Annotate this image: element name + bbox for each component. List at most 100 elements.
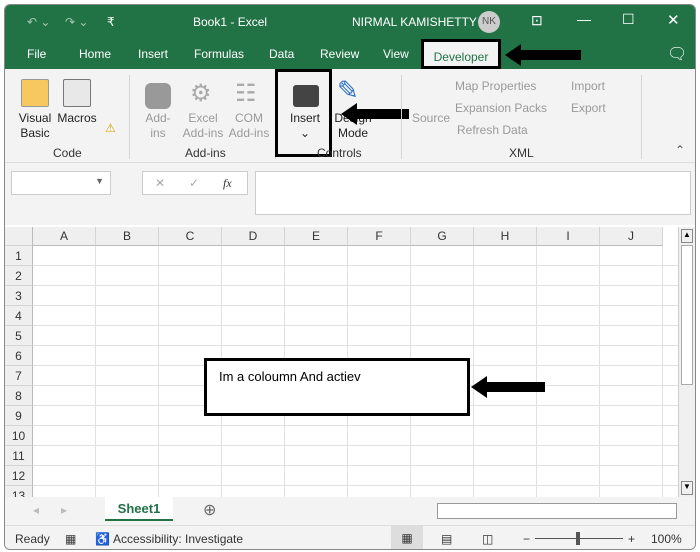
group-addins-label: Add-ins <box>185 146 226 160</box>
formula-bar: ▼ ✕ ✓ fx <box>5 163 695 225</box>
tab-developer[interactable]: Developer <box>421 39 501 69</box>
row-header[interactable]: 6 <box>5 346 33 366</box>
undo-icon[interactable]: ↶ ⌄ <box>27 15 50 29</box>
group-controls-label: Controls <box>317 146 362 160</box>
next-sheet-icon[interactable]: ▸ <box>61 503 67 517</box>
annotation-box: Im a coloumn And actiev <box>204 358 470 416</box>
chevron-down-icon: ⌄ <box>299 126 311 140</box>
scroll-down-icon[interactable]: ▼ <box>681 481 693 495</box>
column-header[interactable]: I <box>537 227 600 246</box>
row-header[interactable]: 4 <box>5 306 33 326</box>
cancel-icon[interactable]: ✕ <box>155 176 165 190</box>
row-header[interactable]: 2 <box>5 266 33 286</box>
macros-button[interactable]: Macros <box>57 111 97 126</box>
page-layout-icon[interactable]: ▤ <box>441 532 452 546</box>
enter-icon[interactable]: ✓ <box>189 176 199 190</box>
select-all-corner[interactable] <box>5 227 33 246</box>
chevron-down-icon: ▼ <box>95 176 104 186</box>
user-name: NIRMAL KAMISHETTY <box>352 15 477 29</box>
source-button[interactable]: Source <box>409 111 453 126</box>
redo-icon[interactable]: ↷ ⌄ <box>65 15 88 29</box>
column-header[interactable]: A <box>33 227 96 246</box>
comments-icon[interactable]: 🗨 <box>667 44 687 64</box>
close-icon[interactable]: ✕ <box>667 11 680 29</box>
refresh-data-button[interactable]: Refresh Data <box>457 123 528 138</box>
column-header[interactable]: F <box>348 227 411 246</box>
column-header[interactable]: B <box>96 227 159 246</box>
row-header[interactable]: 8 <box>5 386 33 406</box>
column-header[interactable]: C <box>159 227 222 246</box>
row-header[interactable]: 11 <box>5 446 33 466</box>
ribbon-display-icon[interactable]: ⊡ <box>531 12 543 29</box>
column-header[interactable]: J <box>600 227 663 246</box>
tab-formulas[interactable]: Formulas <box>194 47 244 61</box>
column-header[interactable]: G <box>411 227 474 246</box>
toolbox-icon <box>293 85 319 107</box>
row-header[interactable]: 10 <box>5 426 33 446</box>
column-header[interactable]: H <box>474 227 537 246</box>
annotation-text: Im a coloumn And actiev <box>219 369 361 384</box>
zoom-out-icon[interactable]: − <box>523 532 530 546</box>
sheet-tab-bar: ◂ ▸ Sheet1 ⊕ <box>5 497 695 525</box>
macro-security-icon[interactable]: ⚠ <box>105 121 116 135</box>
column-header[interactable]: E <box>285 227 348 246</box>
com-addins-button[interactable]: COM Add-ins <box>227 111 271 141</box>
import-button[interactable]: Import <box>571 79 605 94</box>
expansion-packs-button[interactable]: Expansion Packs <box>455 101 547 116</box>
scroll-thumb[interactable] <box>681 245 693 385</box>
status-ready: Ready <box>15 532 50 546</box>
vertical-scrollbar[interactable]: ▲ ▼ <box>678 227 695 497</box>
ribbon: Visual Basic Macros ⚠ Code Add-ins ⚙ Exc… <box>5 69 695 163</box>
visual-basic-button[interactable]: Visual Basic <box>13 111 57 141</box>
row-header[interactable]: 3 <box>5 286 33 306</box>
tab-data[interactable]: Data <box>269 47 294 61</box>
page-break-icon[interactable]: ◫ <box>482 532 493 546</box>
zoom-in-icon[interactable]: + <box>628 532 635 546</box>
name-box[interactable]: ▼ <box>11 171 111 195</box>
accessibility-status[interactable]: Accessibility: Investigate <box>113 532 243 546</box>
annotation-arrow <box>505 44 581 66</box>
excel-addins-button[interactable]: Excel Add-ins <box>181 111 225 141</box>
maximize-icon[interactable]: ☐ <box>622 11 635 28</box>
tab-home[interactable]: Home <box>79 47 111 61</box>
insert-function-button[interactable]: fx <box>223 176 232 191</box>
avatar[interactable]: NK <box>478 11 500 33</box>
collapse-ribbon-icon[interactable]: ⌃ <box>675 143 685 157</box>
zoom-slider-thumb[interactable] <box>576 532 580 545</box>
row-header[interactable]: 13 <box>5 486 33 497</box>
column-header[interactable]: D <box>222 227 285 246</box>
minimize-icon[interactable]: — <box>577 11 591 27</box>
group-code-label: Code <box>53 146 82 160</box>
prev-sheet-icon[interactable]: ◂ <box>33 503 39 517</box>
visual-basic-icon <box>21 79 49 107</box>
tab-view[interactable]: View <box>383 47 409 61</box>
tab-review[interactable]: Review <box>320 47 359 61</box>
row-header[interactable]: 7 <box>5 366 33 386</box>
new-sheet-icon[interactable]: ⊕ <box>203 500 216 520</box>
addins-button[interactable]: Add-ins <box>139 111 177 141</box>
horizontal-scrollbar[interactable] <box>437 503 677 519</box>
customize-qat-icon[interactable]: ₹ <box>107 15 115 29</box>
tab-insert[interactable]: Insert <box>138 47 168 61</box>
title-bar: ↶ ⌄ ↷ ⌄ ₹ Book1 - Excel NIRMAL KAMISHETT… <box>5 5 695 39</box>
tab-file[interactable]: File <box>27 47 46 61</box>
zoom-slider[interactable] <box>535 532 623 545</box>
row-header[interactable]: 9 <box>5 406 33 426</box>
export-button[interactable]: Export <box>571 101 606 116</box>
insert-controls-button[interactable]: Insert ⌄ <box>285 111 325 141</box>
accessibility-icon[interactable]: ♿ <box>95 532 110 546</box>
excel-addins-icon: ⚙ <box>190 80 212 107</box>
addins-icon <box>145 83 171 109</box>
map-properties-button[interactable]: Map Properties <box>455 79 536 94</box>
formula-input[interactable] <box>255 171 691 215</box>
row-header[interactable]: 1 <box>5 246 33 266</box>
row-header[interactable]: 12 <box>5 466 33 486</box>
normal-view-icon[interactable]: ▦ <box>391 526 423 549</box>
insert-label: Insert <box>289 111 320 125</box>
macro-record-icon[interactable]: ▦ <box>65 532 76 546</box>
sheet-tab-sheet1[interactable]: Sheet1 <box>105 497 173 521</box>
design-mode-icon: ✎ <box>337 75 359 105</box>
scroll-up-icon[interactable]: ▲ <box>681 229 693 243</box>
zoom-level[interactable]: 100% <box>651 532 682 546</box>
row-header[interactable]: 5 <box>5 326 33 346</box>
